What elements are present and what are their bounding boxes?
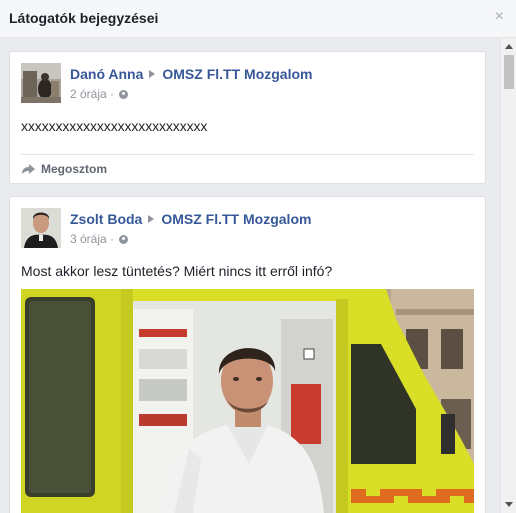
dialog-header: Látogatók bejegyzései × <box>0 0 516 38</box>
share-button[interactable]: Megosztom <box>21 162 107 176</box>
posts-feed: Danó Anna OMSZ Fl.TT Mozgalom 2 órája · x… <box>0 38 500 513</box>
scroll-down-icon[interactable] <box>505 502 513 507</box>
post-header-names: Zsolt Boda OMSZ Fl.TT Mozgalom <box>70 211 311 227</box>
post-meta: 3 órája · <box>70 232 129 246</box>
post-text: xxxxxxxxxxxxxxxxxxxxxxxxxxx <box>21 118 208 134</box>
globe-icon <box>119 235 129 244</box>
timestamp[interactable]: 3 órája <box>70 232 107 246</box>
avatar[interactable] <box>21 63 61 103</box>
share-icon <box>22 164 35 174</box>
author-link[interactable]: Danó Anna <box>70 66 143 82</box>
scrollbar[interactable] <box>500 38 516 513</box>
target-page-link[interactable]: OMSZ Fl.TT Mozgalom <box>162 66 312 82</box>
globe-icon <box>119 90 129 99</box>
post-meta: 2 órája · <box>70 87 129 101</box>
share-label: Megosztom <box>41 162 107 176</box>
scroll-thumb[interactable] <box>504 55 514 89</box>
post-header-names: Danó Anna OMSZ Fl.TT Mozgalom <box>70 66 312 82</box>
divider <box>21 154 474 155</box>
meta-separator: · <box>110 87 115 101</box>
timestamp[interactable]: 2 órája <box>70 87 107 101</box>
post-text: Most akkor lesz tüntetés? Miért nincs it… <box>21 263 333 279</box>
post-card: Zsolt Boda OMSZ Fl.TT Mozgalom 3 órája · … <box>9 196 486 513</box>
arrow-right-icon <box>149 70 156 78</box>
post-photo[interactable] <box>21 289 474 513</box>
scroll-up-icon[interactable] <box>505 44 513 49</box>
arrow-right-icon <box>148 215 155 223</box>
close-icon[interactable]: × <box>495 9 504 25</box>
meta-separator: · <box>110 232 115 246</box>
dialog-title: Látogatók bejegyzései <box>9 10 159 26</box>
avatar[interactable] <box>21 208 61 248</box>
post-card: Danó Anna OMSZ Fl.TT Mozgalom 2 órája · x… <box>9 51 486 184</box>
target-page-link[interactable]: OMSZ Fl.TT Mozgalom <box>161 211 311 227</box>
author-link[interactable]: Zsolt Boda <box>70 211 142 227</box>
